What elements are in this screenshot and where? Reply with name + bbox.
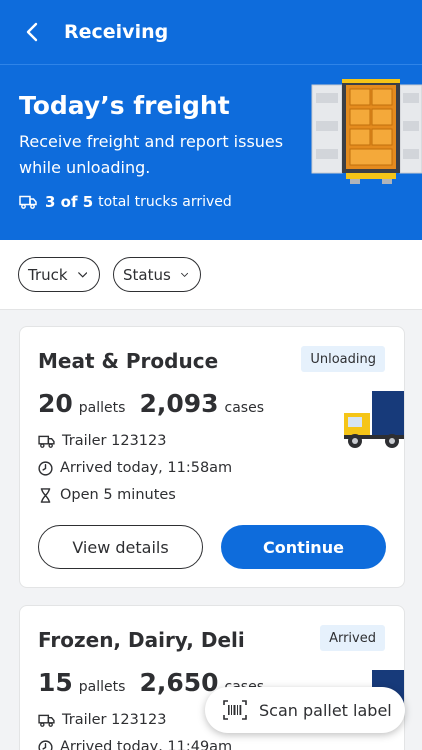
truck-icon — [19, 195, 37, 209]
trucks-arrived-count: 3 of 5 — [45, 193, 94, 211]
chevron-down-icon — [77, 271, 87, 278]
status-badge: Arrived — [320, 625, 385, 651]
hourglass-icon — [40, 487, 51, 503]
clock-icon — [38, 460, 53, 476]
pallet-unit: pallets — [78, 400, 126, 416]
open-duration: Open 5 minutes — [60, 487, 176, 503]
truck-card: Meat & Produce Unloading 20 pallets 2,09… — [19, 326, 405, 588]
open-duration-row: Open 5 minutes — [38, 487, 176, 503]
trailer-number: Trailer 123123 — [62, 712, 167, 728]
truck-icon — [38, 435, 55, 448]
hero-title: Today’s freight — [19, 91, 230, 120]
freight-counts: 20 pallets 2,093 cases — [38, 389, 278, 418]
case-unit: cases — [224, 400, 265, 416]
chevron-left-icon — [26, 22, 38, 42]
status-filter-chip[interactable]: Status — [113, 257, 201, 292]
chevron-down-icon — [180, 272, 188, 277]
arrived-time: Arrived today, 11:49am — [60, 739, 233, 750]
trucks-arrived-label: total trucks arrived — [98, 194, 232, 210]
hero-subtitle: Receive freight and report issues while … — [19, 132, 284, 177]
trailer-number: Trailer 123123 — [62, 433, 167, 449]
scan-pallet-label-text: Scan pallet label — [259, 700, 392, 720]
pallet-count: 15 — [38, 668, 73, 697]
case-count: 2,650 — [139, 668, 219, 697]
app-bar: Receiving — [0, 0, 422, 64]
status-filter-label: Status — [123, 265, 171, 284]
trucks-arrived-stat: 3 of 5 total trucks arrived — [19, 193, 232, 211]
pallet-count: 20 — [38, 389, 73, 418]
arrived-row: Arrived today, 11:49am — [38, 739, 232, 750]
arrived-row: Arrived today, 11:58am — [38, 460, 232, 476]
trailer-row: Trailer 123123 — [38, 433, 166, 449]
truck-illustration — [344, 391, 404, 448]
pallet-unit: pallets — [78, 679, 126, 695]
filter-bar: Truck Status — [0, 240, 422, 310]
status-badge: Unloading — [301, 346, 385, 372]
truck-filter-label: Truck — [28, 265, 68, 284]
truck-icon — [38, 714, 55, 727]
hero-banner: Today’s freight Receive freight and repo… — [0, 64, 422, 240]
open-trailer-illustration — [311, 79, 422, 184]
view-details-button[interactable]: View details — [38, 525, 203, 569]
page-title: Receiving — [64, 21, 169, 43]
card-title: Meat & Produce — [38, 349, 219, 373]
arrived-time: Arrived today, 11:58am — [60, 460, 233, 476]
back-button[interactable] — [0, 0, 64, 64]
truck-filter-chip[interactable]: Truck — [18, 257, 100, 292]
continue-button[interactable]: Continue — [221, 525, 386, 569]
trailer-row: Trailer 123123 — [38, 712, 166, 728]
case-count: 2,093 — [139, 389, 219, 418]
clock-icon — [38, 739, 53, 750]
card-title: Frozen, Dairy, Deli — [38, 628, 245, 652]
barcode-scan-icon — [223, 700, 247, 720]
scan-pallet-label-button[interactable]: Scan pallet label — [205, 687, 405, 733]
